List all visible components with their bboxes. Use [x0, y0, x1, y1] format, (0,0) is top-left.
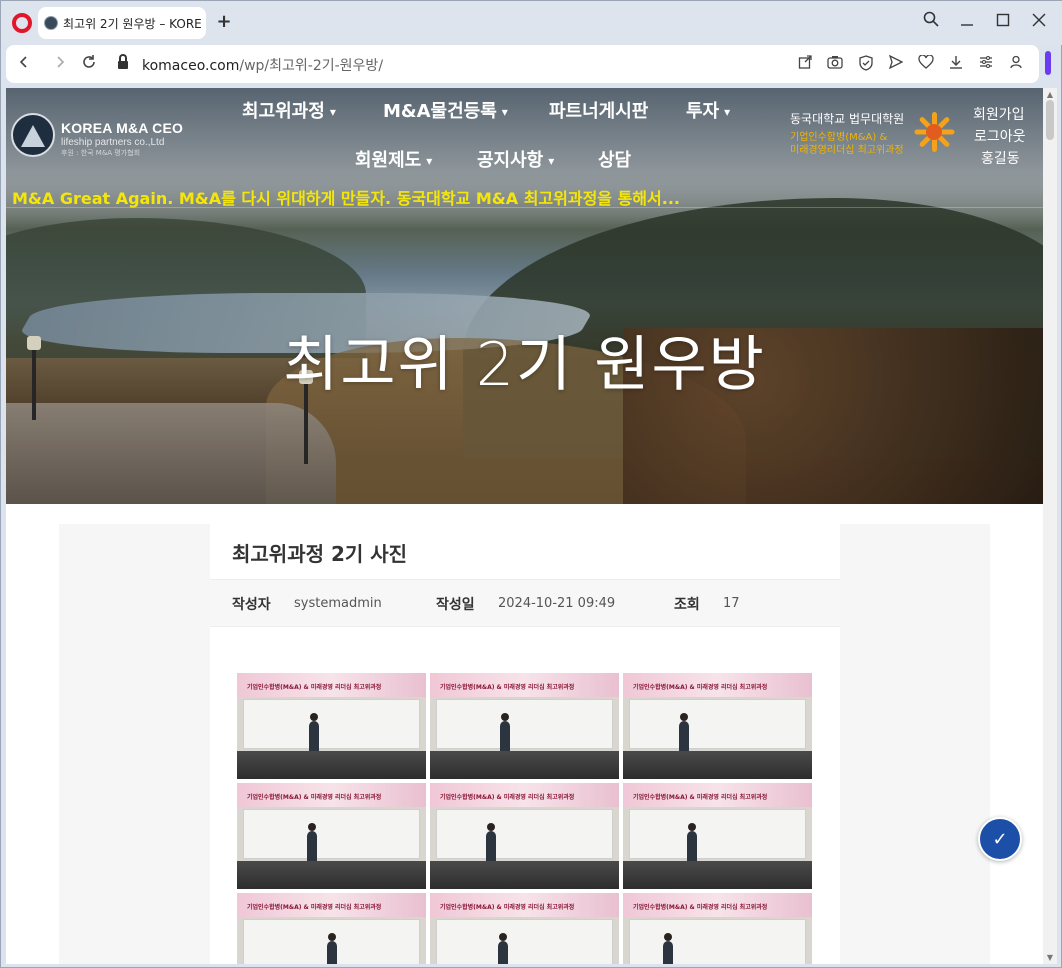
opera-logo-icon[interactable]: [12, 13, 32, 33]
page-title: 최고위 2기 원우방: [283, 330, 766, 400]
url-host: komaceo.com: [142, 58, 240, 74]
photo-thumbnail[interactable]: 기업인수합병(M&A) & 미래경영 리더십 최고위과정: [237, 783, 426, 889]
photo-banner-text: 기업인수합병(M&A) & 미래경영 리더십 최고위과정: [247, 684, 382, 691]
page-viewport: KOREA M&A CEO lifeship partners co.,Ltd …: [6, 88, 1043, 964]
lock-icon[interactable]: [118, 54, 128, 69]
url-path: /wp/최고위-2기-원우방/: [239, 58, 384, 74]
heart-icon[interactable]: [917, 54, 935, 73]
nav-label: M&A물건등록: [383, 101, 497, 122]
tab-strip: 최고위 2기 원우방 – KORE +: [1, 1, 1062, 45]
photo-thumbnail[interactable]: 기업인수합병(M&A) & 미래경영 리더십 최고위과정: [430, 783, 619, 889]
sidebar-toggle[interactable]: [1045, 51, 1051, 75]
photo-thumbnail[interactable]: 기업인수합병(M&A) & 미래경영 리더십 최고위과정: [623, 673, 812, 779]
close-icon[interactable]: [1028, 11, 1050, 33]
nav-item-investment[interactable]: 투자 ▾: [686, 97, 730, 123]
photo-thumbnail[interactable]: 기업인수합병(M&A) & 미래경영 리더십 최고위과정: [237, 673, 426, 779]
site-favicon-icon: [44, 16, 58, 30]
accessibility-button[interactable]: ✓: [978, 817, 1022, 861]
address-toolbar: komaceo.com/wp/최고위-2기-원우방/: [6, 45, 1039, 83]
nav-item-course[interactable]: 최고위과정 ▾: [242, 97, 336, 123]
accessibility-icon: ✓: [992, 829, 1008, 850]
user-name-link[interactable]: 홍길동: [981, 148, 1020, 168]
chevron-down-icon: ▾: [724, 105, 731, 119]
nav-label: 회원제도: [355, 150, 422, 171]
partner-line1: 동국대학교 법무대학원: [790, 112, 905, 126]
new-tab-button[interactable]: +: [214, 12, 234, 32]
views-value: 17: [723, 596, 740, 611]
maximize-icon[interactable]: [992, 11, 1014, 33]
nav-item-notice[interactable]: 공지사항 ▾: [477, 146, 554, 172]
download-icon[interactable]: [947, 55, 965, 73]
search-icon[interactable]: [920, 11, 942, 33]
share-icon[interactable]: [796, 55, 814, 73]
nav-item-consult[interactable]: 상담: [598, 146, 631, 172]
chevron-down-icon: ▾: [426, 154, 433, 168]
camera-icon[interactable]: [826, 55, 844, 73]
back-icon[interactable]: [14, 54, 34, 74]
post-title: 최고위과정 2기 사진: [232, 542, 408, 566]
tab-title: 최고위 2기 원우방 – KORE: [63, 17, 201, 31]
photo-banner-text: 기업인수합병(M&A) & 미래경영 리더십 최고위과정: [633, 794, 768, 801]
nav-label: 파트너게시판: [549, 101, 649, 122]
partner-line3: 미래경영리더십 최고위과정: [790, 145, 904, 156]
nav-label: 투자: [686, 101, 720, 122]
photo-banner-text: 기업인수합병(M&A) & 미래경영 리더십 최고위과정: [633, 684, 768, 691]
partner-sun-logo-icon: [914, 112, 955, 152]
photo-thumbnail[interactable]: 기업인수합병(M&A) & 미래경영 리더십 최고위과정: [623, 893, 812, 964]
scroll-down-icon[interactable]: ▼: [1045, 953, 1055, 962]
nav-label: 상담: [598, 150, 632, 171]
logo-subtitle: lifeship partners co.,Ltd: [61, 137, 165, 148]
chevron-down-icon: ▾: [329, 105, 336, 119]
forward-icon[interactable]: [50, 54, 70, 74]
address-bar[interactable]: komaceo.com/wp/최고위-2기-원우방/: [142, 55, 383, 75]
photo-thumbnail[interactable]: 기업인수합병(M&A) & 미래경영 리더십 최고위과정: [430, 673, 619, 779]
reload-icon[interactable]: [79, 54, 99, 74]
post-meta: 작성자 systemadmin 작성일 2024-10-21 09:49 조회 …: [210, 579, 840, 627]
logout-link[interactable]: 로그아웃: [974, 126, 1026, 146]
hero-divider: [6, 207, 1043, 208]
photo-thumbnail[interactable]: 기업인수합병(M&A) & 미래경영 리더십 최고위과정: [623, 783, 812, 889]
nav-label: 최고위과정: [242, 101, 325, 122]
post-card: 최고위과정 2기 사진 작성자 systemadmin 작성일 2024-10-…: [210, 524, 840, 964]
nav-item-membership[interactable]: 회원제도 ▾: [355, 146, 432, 172]
photo-banner-text: 기업인수합병(M&A) & 미래경영 리더십 최고위과정: [247, 794, 382, 801]
photo-thumbnail[interactable]: 기업인수합병(M&A) & 미래경영 리더십 최고위과정: [430, 893, 619, 964]
chevron-down-icon: ▾: [548, 154, 555, 168]
send-icon[interactable]: [887, 54, 905, 73]
marquee-banner: M&A Great Again. M&A를 다시 위대하게 만들자. 동국대학교…: [12, 189, 680, 208]
photo-thumbnail[interactable]: 기업인수합병(M&A) & 미래경영 리더십 최고위과정: [237, 893, 426, 964]
hero-banner: KOREA M&A CEO lifeship partners co.,Ltd …: [6, 88, 1043, 504]
author-label: 작성자: [232, 597, 271, 613]
photo-banner-text: 기업인수합병(M&A) & 미래경영 리더십 최고위과정: [440, 794, 575, 801]
date-value: 2024-10-21 09:49: [498, 596, 616, 611]
photo-banner-text: 기업인수합병(M&A) & 미래경영 리더십 최고위과정: [633, 904, 768, 911]
scroll-up-icon[interactable]: ▲: [1045, 90, 1055, 99]
photo-banner-text: 기업인수합병(M&A) & 미래경영 리더십 최고위과정: [247, 904, 382, 911]
nav-item-partner-board[interactable]: 파트너게시판: [549, 97, 648, 123]
date-label: 작성일: [436, 597, 475, 613]
scrollbar-thumb[interactable]: [1046, 100, 1054, 140]
chevron-down-icon: ▾: [501, 105, 508, 119]
minimize-icon[interactable]: [956, 11, 978, 33]
easy-setup-icon[interactable]: [977, 55, 995, 73]
profile-icon[interactable]: [1007, 55, 1025, 73]
logo-tagline: 후원 : 한국 M&A 평가협회: [61, 149, 141, 157]
page-scrollbar[interactable]: ▲ ▼: [1043, 88, 1057, 964]
shield-icon[interactable]: [857, 55, 875, 73]
photo-banner-text: 기업인수합병(M&A) & 미래경영 리더십 최고위과정: [440, 684, 575, 691]
nav-label: 공지사항: [477, 150, 544, 171]
browser-window: 최고위 2기 원우방 – KORE + komaceo.com/wp/최고위-2…: [0, 0, 1062, 968]
nav-item-ma-listing[interactable]: M&A물건등록 ▾: [383, 97, 508, 123]
views-label: 조회: [674, 597, 700, 613]
author-value: systemadmin: [294, 596, 382, 611]
tab-active[interactable]: 최고위 2기 원우방 – KORE: [38, 7, 206, 39]
signup-link[interactable]: 회원가입: [973, 104, 1025, 124]
site-logo[interactable]: KOREA M&A CEO lifeship partners co.,Ltd …: [11, 113, 184, 159]
logo-title: KOREA M&A CEO: [61, 120, 184, 136]
photo-banner-text: 기업인수합병(M&A) & 미래경영 리더십 최고위과정: [440, 904, 575, 911]
mountain-logo-icon: [11, 113, 55, 157]
